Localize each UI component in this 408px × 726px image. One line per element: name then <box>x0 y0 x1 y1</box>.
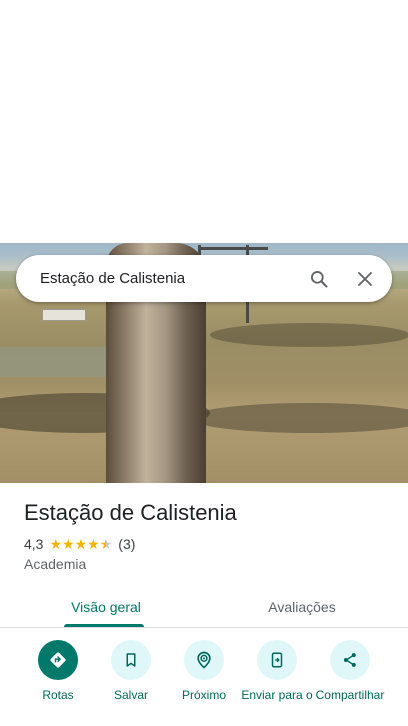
directions-button[interactable]: Rotas <box>18 640 98 702</box>
action-row: Rotas Salvar Próximo Enviar para o Compa… <box>0 640 408 726</box>
share-icon <box>330 640 370 680</box>
place-category: Academia <box>24 556 87 572</box>
star-icon: ★ <box>74 536 88 552</box>
search-bar[interactable]: Estação de Calistenia <box>16 255 392 302</box>
tab-overview[interactable]: Visão geral <box>64 586 148 627</box>
bookmark-icon <box>111 640 151 680</box>
directions-icon <box>38 640 78 680</box>
place-title: Estação de Calistenia <box>24 500 237 525</box>
send-to-phone-label: Enviar para o <box>241 688 313 702</box>
rating-value: 4,3 <box>24 536 44 552</box>
send-to-phone-icon <box>257 640 297 680</box>
reviews-count: (3) <box>118 536 136 552</box>
save-button[interactable]: Salvar <box>91 640 171 702</box>
star-icon: ★ <box>62 536 75 552</box>
rating-row[interactable]: 4,3 ★ ★ ★ ★ ★ (3) <box>24 536 135 552</box>
search-query[interactable]: Estação de Calistenia <box>40 270 296 287</box>
calisthenics-bar <box>198 247 268 250</box>
nearby-icon <box>184 640 224 680</box>
share-label: Compartilhar <box>315 688 385 702</box>
walkway <box>0 347 110 377</box>
share-button[interactable]: Compartilhar <box>310 640 390 702</box>
search-icon[interactable] <box>296 256 342 302</box>
send-to-phone-button[interactable]: Enviar para o <box>237 640 317 702</box>
tab-bar: Visão geral Avaliações <box>0 586 408 628</box>
active-tab-indicator <box>64 624 144 627</box>
bench <box>42 309 86 321</box>
tab-reviews[interactable]: Avaliações <box>262 586 342 627</box>
close-icon[interactable] <box>342 256 388 302</box>
star-icon: ★ <box>49 536 63 552</box>
nearby-label: Próximo <box>181 688 226 702</box>
star-icon: ★ <box>87 536 100 552</box>
directions-label: Rotas <box>42 688 74 702</box>
nearby-button[interactable]: Próximo <box>164 640 244 702</box>
half-star-icon: ★ <box>99 536 113 552</box>
save-label: Salvar <box>113 688 148 702</box>
tree-shadow <box>190 403 408 433</box>
tree-shadow <box>210 323 408 347</box>
rating-stars: ★ ★ ★ ★ ★ <box>49 537 112 551</box>
